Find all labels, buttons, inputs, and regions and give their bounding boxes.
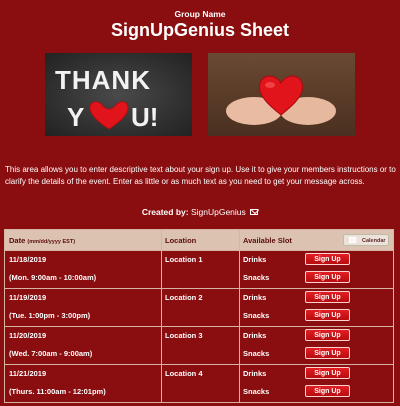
slot-snacks: Snacks <box>243 349 270 358</box>
row-location: Location 3 <box>165 331 203 340</box>
thank-you-image: THANK Y U! <box>45 53 192 136</box>
row-date: 11/20/2019 <box>9 331 47 340</box>
row-location: Location 2 <box>165 293 203 302</box>
page-title: SignUpGenius Sheet <box>110 20 290 40</box>
row-time: (Mon. 9:00am - 10:00am) <box>9 273 97 282</box>
table-header: Date (mm/dd/yyyy EST) Location Available… <box>5 230 393 250</box>
signup-button[interactable]: Sign Up <box>305 329 350 341</box>
thank-text: THANK <box>55 65 151 95</box>
email-icon[interactable] <box>250 209 259 215</box>
slot-drinks: Drinks <box>243 331 267 340</box>
slot-drinks: Drinks <box>243 369 267 378</box>
table-row: 11/21/2019 (Thurs. 11:00am - 12:01pm) Lo… <box>5 364 393 402</box>
signup-button[interactable]: Sign Up <box>305 309 350 321</box>
calendar-icon <box>349 237 356 243</box>
signup-button[interactable]: Sign Up <box>305 367 350 379</box>
signup-table: Date (mm/dd/yyyy EST) Location Available… <box>4 229 394 403</box>
heart-hands-image <box>208 53 355 136</box>
row-date: 11/21/2019 <box>9 369 47 378</box>
table-row: 11/19/2019 (Tue. 1:00pm - 3:00pm) Locati… <box>5 288 393 326</box>
location-header: Location <box>165 236 197 245</box>
signup-button[interactable]: Sign Up <box>305 347 350 359</box>
row-time: (Wed. 7:00am - 9:00am) <box>9 349 93 358</box>
calendar-button[interactable]: Calendar <box>343 234 389 246</box>
created-by-label: Created by: <box>141 207 189 217</box>
slot-snacks: Snacks <box>243 387 270 396</box>
signup-button[interactable]: Sign Up <box>305 253 350 265</box>
row-time: (Tue. 1:00pm - 3:00pm) <box>9 311 91 320</box>
row-date: 11/19/2019 <box>9 293 47 302</box>
slot-drinks: Drinks <box>243 255 267 264</box>
group-name: Group Name <box>174 9 226 19</box>
row-date: 11/18/2019 <box>9 255 47 264</box>
row-location: Location 1 <box>165 255 203 264</box>
row-location: Location 4 <box>165 369 203 378</box>
date-header: Date (mm/dd/yyyy EST) <box>9 236 76 245</box>
slot-snacks: Snacks <box>243 273 270 282</box>
signup-button[interactable]: Sign Up <box>305 291 350 303</box>
slot-snacks: Snacks <box>243 311 270 320</box>
you-u-text: U! <box>131 102 158 132</box>
you-y-text: Y <box>67 102 84 132</box>
signup-button[interactable]: Sign Up <box>305 385 350 397</box>
table-row: 11/18/2019 (Mon. 9:00am - 10:00am) Locat… <box>5 250 393 288</box>
description-text: This area allows you to enter descriptiv… <box>5 165 396 186</box>
column-divider <box>239 230 240 402</box>
table-row: 11/20/2019 (Wed. 7:00am - 9:00am) Locati… <box>5 326 393 364</box>
signup-button[interactable]: Sign Up <box>305 271 350 283</box>
heart-icon <box>89 101 129 130</box>
created-by-name[interactable]: SignUpGenius <box>191 207 246 217</box>
row-time: (Thurs. 11:00am - 12:01pm) <box>9 387 106 396</box>
slot-drinks: Drinks <box>243 293 267 302</box>
slot-header: Available Slot <box>243 236 292 245</box>
column-divider <box>161 230 162 402</box>
created-by: Created by: SignUpGenius <box>0 207 400 217</box>
